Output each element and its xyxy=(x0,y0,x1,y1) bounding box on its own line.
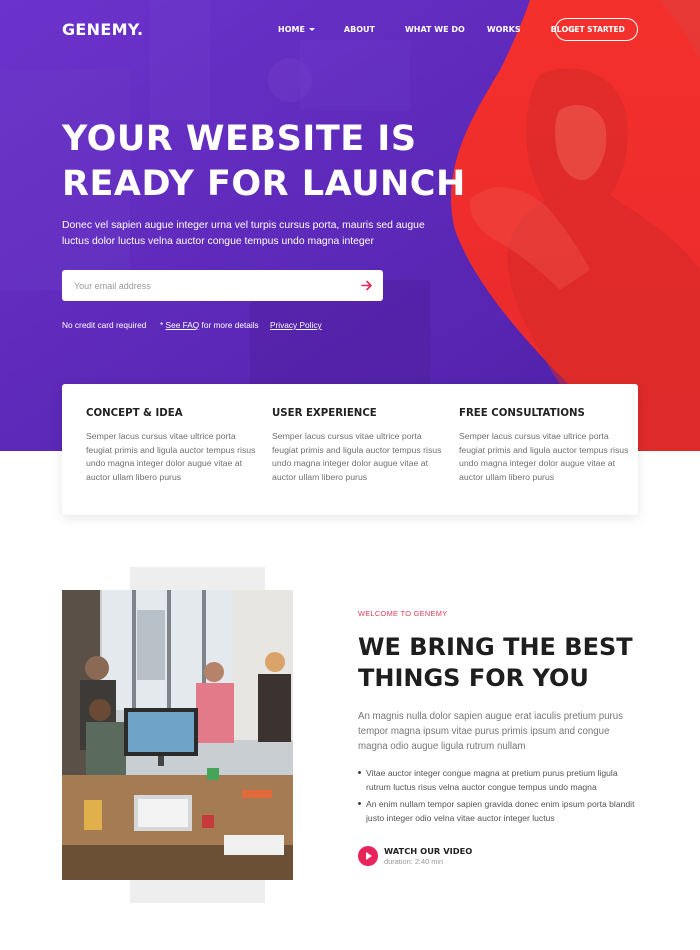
nav-item-home[interactable]: HOME xyxy=(278,25,315,34)
nav-item-home-label: HOME xyxy=(278,25,305,34)
list-item: Vitae auctor integer congue magna at pre… xyxy=(358,766,643,794)
arrow-right-icon[interactable] xyxy=(360,279,373,292)
feature-concept: CONCEPT & IDEA Semper lacus cursus vitae… xyxy=(86,408,256,485)
email-form xyxy=(62,270,383,301)
feature-text: Semper lacus cursus vitae ultrice porta … xyxy=(86,431,256,483)
play-icon[interactable] xyxy=(358,846,378,866)
hero-headline: YOUR WEBSITE IS READY FOR LAUNCH xyxy=(62,117,466,207)
features-card: CONCEPT & IDEA Semper lacus cursus vitae… xyxy=(62,384,638,515)
nav-item-works[interactable]: WORKS xyxy=(487,25,521,34)
privacy-policy-link[interactable]: Privacy Policy xyxy=(270,320,322,330)
team-office-image xyxy=(62,590,293,880)
feature-title: FREE CONSULTATIONS xyxy=(459,408,585,419)
section-eyebrow: WELCOME TO GENEMY xyxy=(358,609,448,618)
feature-text: Semper lacus cursus vitae ultrice porta … xyxy=(272,431,442,483)
feature-title: USER EXPERIENCE xyxy=(272,408,377,419)
faq-note-details: for more details xyxy=(199,320,259,330)
feature-text: Semper lacus cursus vitae ultrice porta … xyxy=(459,431,629,483)
hero-headline-line-2: READY FOR LAUNCH xyxy=(62,164,466,204)
hero-description: Donec vel sapien augue integer urna vel … xyxy=(62,220,425,247)
about-title-line-1: WE BRING THE BEST xyxy=(358,633,633,661)
nav-item-about[interactable]: ABOUT xyxy=(344,25,375,34)
no-credit-card-note: No credit card required xyxy=(62,320,147,330)
logo[interactable]: GENEMY. xyxy=(62,20,143,39)
faq-note: * See FAQ for more details xyxy=(160,320,259,330)
video-text: WATCH OUR VIDEO duration: 2:40 min xyxy=(384,846,472,866)
video-label: WATCH OUR VIDEO xyxy=(384,846,473,856)
watch-video-button[interactable]: WATCH OUR VIDEO duration: 2:40 min xyxy=(358,846,472,866)
get-started-button[interactable]: GET STARTED xyxy=(555,18,638,41)
about-title: WE BRING THE BEST THINGS FOR YOU xyxy=(358,632,633,694)
feature-free-consultations: FREE CONSULTATIONS Semper lacus cursus v… xyxy=(459,408,629,485)
feature-user-experience: USER EXPERIENCE Semper lacus cursus vita… xyxy=(272,408,442,485)
about-description: An magnis nulla dolor sapien augue erat … xyxy=(358,711,623,753)
email-input[interactable] xyxy=(74,270,344,301)
feature-title: CONCEPT & IDEA xyxy=(86,408,183,419)
about-title-line-2: THINGS FOR YOU xyxy=(358,664,589,692)
hero-headline-line-1: YOUR WEBSITE IS xyxy=(62,119,417,159)
about-bullet-list: Vitae auctor integer congue magna at pre… xyxy=(358,766,643,828)
nav-item-what-we-do[interactable]: WHAT WE DO xyxy=(405,25,465,34)
chevron-down-icon xyxy=(308,28,315,31)
list-item: An enim nullam tempor sapien gravida don… xyxy=(358,797,643,825)
video-duration: duration: 2:40 min xyxy=(384,857,444,866)
faq-link[interactable]: See FAQ xyxy=(166,320,200,330)
